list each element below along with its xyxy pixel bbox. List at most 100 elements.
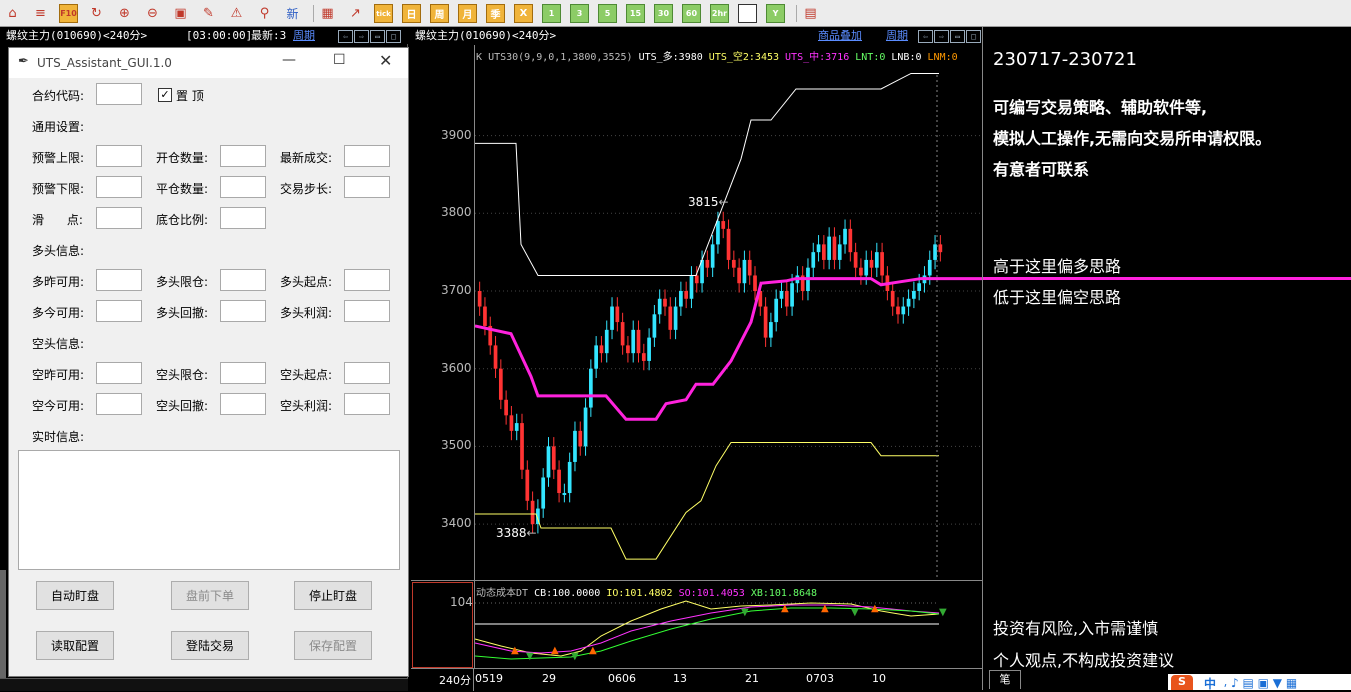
buy-marker: ▲ bbox=[781, 603, 789, 614]
toolbar-Y-button[interactable]: Y bbox=[766, 4, 785, 23]
layout-icon[interactable]: ▭ bbox=[370, 29, 385, 43]
prev-icon[interactable]: ⇦ bbox=[338, 29, 353, 43]
candle-body bbox=[483, 306, 487, 326]
short-limit-input[interactable] bbox=[220, 362, 266, 384]
alert-high-input[interactable] bbox=[96, 145, 142, 167]
ime-icons[interactable]: ⸴ ♪ ▤ ▣ ▼ ▦ bbox=[1224, 674, 1297, 691]
alert-icon[interactable]: ⚠ bbox=[227, 4, 246, 23]
next-icon[interactable]: ⇨ bbox=[354, 29, 369, 43]
xb-line bbox=[474, 607, 940, 660]
database-icon[interactable]: ≡ bbox=[31, 4, 50, 23]
mid-band-line bbox=[474, 277, 982, 421]
refresh-icon[interactable]: ↻ bbox=[87, 4, 106, 23]
window-icon[interactable]: ▣ bbox=[171, 4, 190, 23]
toolbar-3-button[interactable]: 3 bbox=[570, 4, 589, 23]
candle-body bbox=[498, 368, 503, 400]
ime-mode[interactable]: 中 bbox=[1204, 675, 1216, 692]
candlestick-chart[interactable] bbox=[411, 45, 982, 579]
close-qty-input[interactable] bbox=[220, 176, 266, 198]
overlay-link[interactable]: 商品叠加 bbox=[818, 27, 862, 44]
pencil-icon[interactable]: ✎ bbox=[199, 4, 218, 23]
realtime-log[interactable] bbox=[18, 450, 400, 570]
long-prev-input[interactable] bbox=[96, 269, 142, 291]
realtime-section: 实时信息: bbox=[32, 430, 85, 444]
pre-order-button[interactable]: 盘前下单 bbox=[171, 581, 249, 610]
toolbar-4hr-button[interactable]: 4hr bbox=[738, 4, 757, 23]
toolbar-60-button[interactable]: 60 bbox=[682, 4, 701, 23]
sogou-icon[interactable]: S bbox=[1171, 675, 1193, 690]
short-profit-input[interactable] bbox=[344, 393, 390, 415]
long-today-input[interactable] bbox=[96, 300, 142, 322]
left-period-link[interactable]: 周期 bbox=[293, 27, 315, 44]
candle-body bbox=[927, 259, 932, 276]
bearish-note: 低于这里偏空思路 bbox=[993, 288, 1122, 307]
indicator-header: K UTS30(9,9,0,1,3800,3525) UTS_多:3980 UT… bbox=[476, 48, 958, 63]
chart-period-link[interactable]: 周期 bbox=[886, 27, 908, 44]
prev-icon[interactable]: ⇦ bbox=[918, 29, 933, 43]
toolbar-周-button[interactable]: 周 bbox=[430, 4, 449, 23]
open-qty-input[interactable] bbox=[220, 145, 266, 167]
zoom-in-icon[interactable]: ⊕ bbox=[115, 4, 134, 23]
toolbar-日-button[interactable]: 日 bbox=[402, 4, 421, 23]
taskbar-ime[interactable]: S 中 ⸴ ♪ ▤ ▣ ▼ ▦ bbox=[1168, 674, 1351, 692]
stop-watch-button[interactable]: 停止盯盘 bbox=[294, 581, 372, 610]
base-ratio-input[interactable] bbox=[220, 207, 266, 229]
read-config-button[interactable]: 读取配置 bbox=[36, 631, 114, 660]
close-icon[interactable]: ✕ bbox=[379, 51, 392, 70]
long-start-input[interactable] bbox=[344, 269, 390, 291]
contract-code-label: 合约代码: bbox=[32, 89, 85, 103]
tick-step-input[interactable] bbox=[344, 176, 390, 198]
candle-body bbox=[864, 259, 869, 276]
f10-icon[interactable]: F10 bbox=[59, 4, 78, 23]
layout-icon[interactable]: ▭ bbox=[950, 29, 965, 43]
pin-checkbox[interactable]: ✓ bbox=[158, 88, 172, 102]
zoom-out-icon[interactable]: ⊖ bbox=[143, 4, 162, 23]
sell-marker: ▼ bbox=[571, 651, 579, 662]
footer-tab[interactable]: 笔 bbox=[989, 670, 1021, 689]
short-prev-input[interactable] bbox=[96, 362, 142, 384]
login-trade-button[interactable]: 登陆交易 bbox=[171, 631, 249, 660]
alert-low-input[interactable] bbox=[96, 176, 142, 198]
chart-nav-buttons[interactable]: ⇦ ⇨ ▭ □ bbox=[917, 27, 981, 44]
toolbar-1-button[interactable]: 1 bbox=[542, 4, 561, 23]
toolbar-15-button[interactable]: 15 bbox=[626, 4, 645, 23]
slippage-input[interactable] bbox=[96, 207, 142, 229]
filter-icon[interactable]: ⚲ bbox=[255, 4, 274, 23]
maximize-icon[interactable]: □ bbox=[966, 29, 981, 43]
left-nav-buttons[interactable]: ⇦ ⇨ ▭ □ bbox=[337, 27, 401, 44]
home-icon[interactable]: ⌂ bbox=[3, 4, 22, 23]
long-profit-input[interactable] bbox=[344, 300, 390, 322]
maximize-icon[interactable]: □ bbox=[386, 29, 401, 43]
calculator-icon[interactable]: ▤ bbox=[801, 4, 820, 23]
toolbar-新-button[interactable]: 新 bbox=[283, 4, 302, 23]
maximize-icon[interactable]: ☐ bbox=[333, 52, 346, 68]
short-start-input[interactable] bbox=[344, 362, 390, 384]
short-today-input[interactable] bbox=[96, 393, 142, 415]
minimize-icon[interactable]: — bbox=[282, 52, 296, 68]
latest-trade-input[interactable] bbox=[344, 145, 390, 167]
toolbar-5-button[interactable]: 5 bbox=[598, 4, 617, 23]
long-limit-input[interactable] bbox=[220, 269, 266, 291]
toolbar-tick-button[interactable]: tick bbox=[374, 4, 393, 23]
toolbar-X-button[interactable]: X bbox=[514, 4, 533, 23]
trend-icon[interactable]: ↗ bbox=[346, 4, 365, 23]
save-config-button[interactable]: 保存配置 bbox=[294, 631, 372, 660]
long-pullback-input[interactable] bbox=[220, 300, 266, 322]
candle-body bbox=[620, 322, 625, 346]
auto-watch-button[interactable]: 自动盯盘 bbox=[36, 581, 114, 610]
toolbar-2hr-button[interactable]: 2hr bbox=[710, 4, 729, 23]
toolbar-30-button[interactable]: 30 bbox=[654, 4, 673, 23]
table-icon[interactable]: ▦ bbox=[318, 4, 337, 23]
toolbar-季-button[interactable]: 季 bbox=[486, 4, 505, 23]
short-pullback-input[interactable] bbox=[220, 393, 266, 415]
candle-body bbox=[917, 283, 922, 291]
toolbar-月-button[interactable]: 月 bbox=[458, 4, 477, 23]
left-scrollbar[interactable] bbox=[0, 570, 6, 680]
general-section: 通用设置: bbox=[32, 120, 85, 134]
dialog-titlebar[interactable]: ✒ UTS_Assistant_GUI.1.0 — ☐ ✕ bbox=[9, 48, 408, 78]
candle-body bbox=[747, 259, 752, 276]
candle-body bbox=[763, 306, 768, 338]
long-today-label: 多今可用: bbox=[32, 306, 85, 320]
next-icon[interactable]: ⇨ bbox=[934, 29, 949, 43]
contract-code-input[interactable] bbox=[96, 83, 142, 105]
